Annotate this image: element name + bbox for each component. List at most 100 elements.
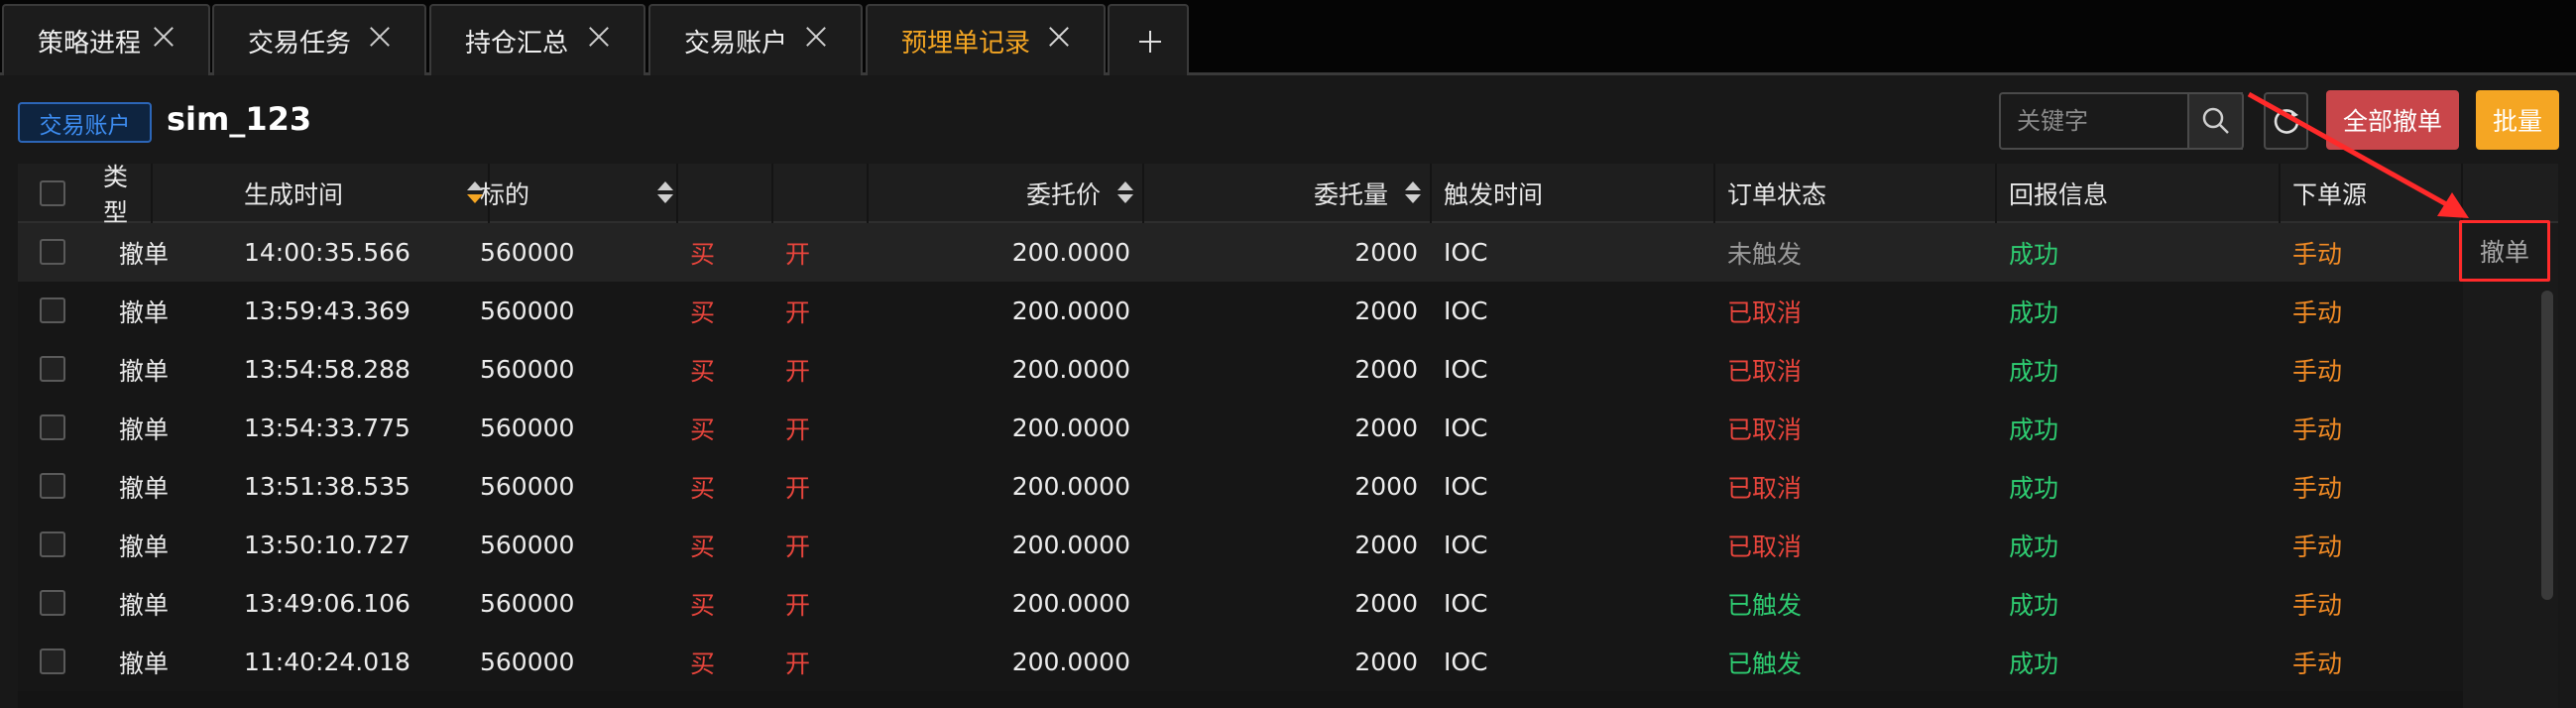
row-checkbox[interactable]: [40, 414, 65, 440]
table-row[interactable]: 撤单 13:54:33.775 560000 买 开 200.0000 2000 IOC 已取消…: [18, 399, 2558, 457]
cell-time: 13:49:06.106: [244, 589, 410, 618]
cell-offset: 开: [785, 414, 811, 444]
cell-time: 11:40:24.018: [244, 648, 410, 676]
header-qty-label: 委托量: [1313, 180, 1388, 209]
cell-offset: 开: [785, 239, 811, 269]
cell-reply: 成功: [2009, 239, 2059, 269]
header-side: [678, 164, 773, 223]
tab-position-summary[interactable]: 持仓汇总: [429, 4, 645, 75]
batch-button[interactable]: 批量: [2476, 90, 2559, 150]
header-price[interactable]: 委托价: [871, 164, 1144, 223]
cell-offset: 开: [785, 649, 811, 678]
cell-side: 买: [690, 590, 716, 620]
tab-label: 预埋单记录: [901, 28, 1031, 59]
header-symbol-label: 标的: [480, 180, 530, 209]
tab-label: 交易任务: [248, 28, 352, 59]
header-type: 类型: [83, 163, 153, 227]
header-status: 订单状态: [1715, 164, 1997, 223]
vertical-scrollbar[interactable]: [2541, 291, 2553, 600]
cell-qty: 2000: [1354, 648, 1418, 676]
row-checkbox[interactable]: [40, 649, 65, 674]
cell-time: 13:51:38.535: [244, 472, 410, 501]
cell-reply: 成功: [2009, 297, 2059, 327]
cell-status: 已触发: [1727, 590, 1803, 620]
tab-preorder-records[interactable]: 预埋单记录: [866, 4, 1106, 75]
select-all-checkbox[interactable]: [40, 180, 65, 206]
sort-icon[interactable]: [1404, 179, 1422, 207]
cell-offset: 开: [785, 531, 811, 561]
cell-status: 已取消: [1727, 414, 1803, 444]
cell-type: 撤单: [119, 531, 170, 561]
search-icon: [2202, 107, 2229, 134]
cell-qty: 2000: [1354, 238, 1418, 267]
cell-trigger: IOC: [1444, 238, 1488, 267]
header-source: 下单源: [2281, 164, 2463, 223]
header-qty[interactable]: 委托量: [1144, 164, 1432, 223]
cell-source: 手动: [2292, 297, 2343, 327]
close-icon[interactable]: [805, 26, 827, 48]
cell-price: 200.0000: [1011, 531, 1130, 559]
add-tab-button[interactable]: [1108, 4, 1189, 75]
refresh-button[interactable]: [2264, 92, 2308, 150]
cell-symbol: 560000: [480, 413, 575, 442]
cell-source: 手动: [2292, 649, 2343, 678]
row-checkbox[interactable]: [40, 473, 65, 499]
close-icon[interactable]: [588, 26, 610, 48]
cell-price: 200.0000: [1011, 413, 1130, 442]
cell-status: 已取消: [1727, 531, 1803, 561]
header-reply: 回报信息: [1997, 164, 2281, 223]
tab-trade-account[interactable]: 交易账户: [648, 4, 863, 75]
table-row[interactable]: 撤单 13:51:38.535 560000 买 开 200.0000 2000 IOC 已取消…: [18, 457, 2558, 516]
sort-icon[interactable]: [656, 179, 674, 207]
cell-reply: 成功: [2009, 356, 2059, 386]
header-time-label: 生成时间: [244, 180, 344, 209]
tab-strategy-process[interactable]: 策略进程: [2, 4, 210, 75]
cell-trigger: IOC: [1444, 355, 1488, 384]
row-checkbox[interactable]: [40, 531, 65, 557]
header-price-label: 委托价: [1025, 180, 1101, 209]
table-header: 类型 生成时间 标的 委托价 委托量 触发时间 订单状态 回报信息 下单源: [18, 163, 2558, 227]
refresh-icon: [2274, 109, 2298, 134]
table-row[interactable]: 撤单 13:49:06.106 560000 买 开 200.0000 2000 IOC 已触发…: [18, 574, 2558, 633]
cell-qty: 2000: [1354, 531, 1418, 559]
row-checkbox[interactable]: [40, 239, 65, 265]
cell-reply: 成功: [2009, 473, 2059, 503]
cell-symbol: 560000: [480, 648, 575, 676]
table-row[interactable]: 撤单 13:59:43.369 560000 买 开 200.0000 2000 IOC 已取消…: [18, 282, 2558, 340]
cell-type: 撤单: [119, 649, 170, 678]
account-name: sim_123: [167, 100, 312, 138]
sort-icon[interactable]: [1116, 179, 1134, 207]
cell-time: 13:54:33.775: [244, 413, 410, 442]
cancel-all-button[interactable]: 全部撤单: [2326, 90, 2459, 150]
header-time[interactable]: 生成时间: [232, 164, 490, 223]
close-icon[interactable]: [153, 26, 175, 48]
table-row[interactable]: 撤单 13:50:10.727 560000 买 开 200.0000 2000 IOC 已取消…: [18, 516, 2558, 574]
close-icon[interactable]: [369, 26, 391, 48]
tab-trade-task[interactable]: 交易任务: [212, 4, 426, 75]
row-checkbox[interactable]: [40, 590, 65, 616]
header-action: [2463, 164, 2558, 223]
search-button[interactable]: [2187, 92, 2244, 150]
cell-side: 买: [690, 239, 716, 269]
cell-status: 已取消: [1727, 356, 1803, 386]
table-row[interactable]: 撤单 11:40:24.018 560000 买 开 200.0000 2000 IOC 已触发…: [18, 633, 2558, 691]
cell-type: 撤单: [119, 590, 170, 620]
cell-reply: 成功: [2009, 590, 2059, 620]
close-icon[interactable]: [1048, 26, 1070, 48]
cell-side: 买: [690, 297, 716, 327]
cell-trigger: IOC: [1444, 296, 1488, 325]
cell-trigger: IOC: [1444, 413, 1488, 442]
header-symbol[interactable]: 标的: [470, 164, 678, 223]
table-row[interactable]: 撤单 13:54:58.288 560000 买 开 200.0000 2000 IOC 已取消…: [18, 340, 2558, 399]
cell-status: 已取消: [1727, 473, 1803, 503]
cell-offset: 开: [785, 473, 811, 503]
header-trigger-time: 触发时间: [1432, 164, 1715, 223]
table-row[interactable]: 撤单 14:00:35.566 560000 买 开 200.0000 2000 IOC 未触发…: [18, 223, 2558, 282]
row-checkbox[interactable]: [40, 297, 65, 323]
tab-label: 交易账户: [684, 28, 788, 59]
cell-time: 14:00:35.566: [244, 238, 410, 267]
cell-price: 200.0000: [1011, 355, 1130, 384]
cell-status: 已触发: [1727, 649, 1803, 678]
cell-side: 买: [690, 356, 716, 386]
row-checkbox[interactable]: [40, 356, 65, 382]
